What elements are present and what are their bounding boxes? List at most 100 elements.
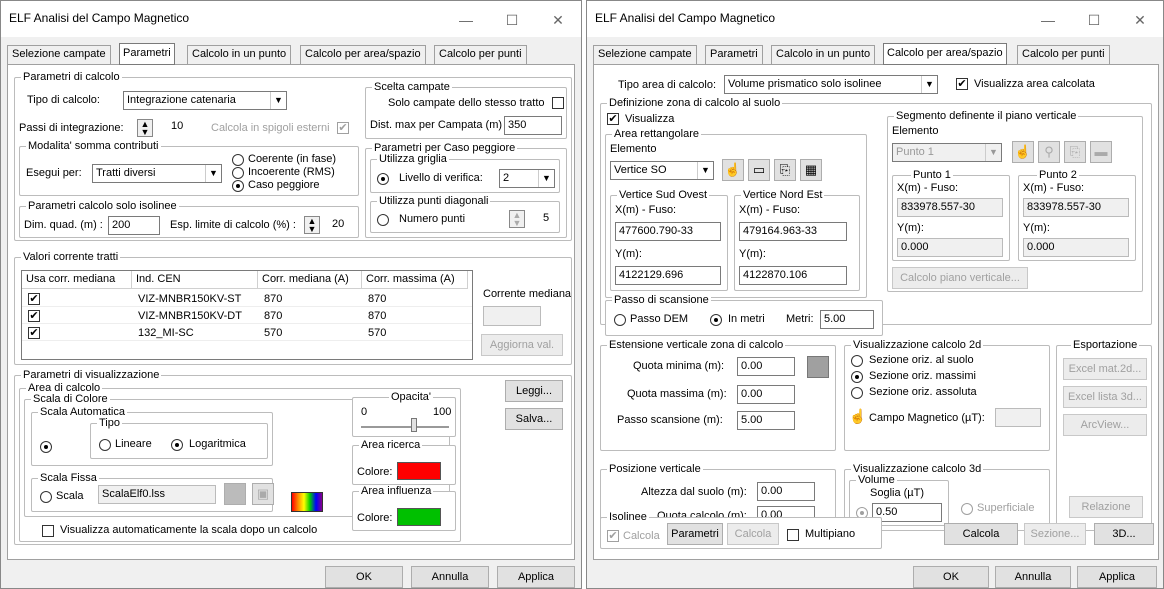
color-scale-icon[interactable]: [291, 492, 323, 512]
coerente-radio[interactable]: [232, 154, 244, 166]
numero-spinner[interactable]: ▲ ▼: [509, 210, 525, 228]
ne-y-input[interactable]: 4122870.106: [739, 266, 847, 285]
annulla-button[interactable]: Annulla: [995, 566, 1071, 588]
image-icon[interactable]: ▣: [252, 483, 274, 505]
applica-button[interactable]: Applica: [1077, 566, 1157, 588]
color-swatch-icon[interactable]: [807, 356, 829, 378]
scala-file-input[interactable]: ScalaElf0.lss: [98, 485, 216, 504]
copy-icon[interactable]: ⎘: [1064, 141, 1086, 163]
leggi-button[interactable]: Leggi...: [505, 380, 563, 402]
tab-calcolo-area[interactable]: Calcolo per area/spazio: [300, 45, 426, 65]
livello-radio[interactable]: [377, 173, 389, 185]
aggiorna-button[interactable]: Aggiorna val.: [481, 334, 563, 356]
minimize-icon[interactable]: —: [1025, 7, 1071, 33]
folder-icon[interactable]: [224, 483, 246, 505]
pointer-icon[interactable]: ☝: [849, 409, 866, 423]
numero-value[interactable]: 5: [543, 212, 549, 225]
livello-select[interactable]: 2 ▼: [499, 169, 555, 188]
multipiano-checkbox[interactable]: [787, 529, 799, 541]
usa-mediana-checkbox[interactable]: ✔: [28, 293, 40, 305]
arcview-button[interactable]: ArcView...: [1063, 414, 1147, 436]
rectangle-icon[interactable]: ▭: [748, 159, 770, 181]
calcola-button[interactable]: Calcola: [944, 523, 1018, 545]
table-row[interactable]: ✔ 132_MI-SC 570 570: [22, 325, 472, 341]
col-corr-massima[interactable]: Corr. massima (A): [362, 271, 468, 289]
excel-2d-button[interactable]: Excel mat.2d...: [1063, 358, 1147, 380]
lineare-radio[interactable]: [99, 439, 111, 451]
annulla-button[interactable]: Annulla: [411, 566, 489, 588]
ok-button[interactable]: OK: [325, 566, 403, 588]
p1-x-input[interactable]: 833978.557-30: [897, 198, 1003, 217]
ne-x-input[interactable]: 479164.963-33: [739, 222, 847, 241]
scala-auto-radio[interactable]: [40, 441, 52, 453]
sez-massimi-radio[interactable]: [851, 371, 863, 383]
calculator-icon[interactable]: ▦: [800, 159, 822, 181]
metri-input[interactable]: 5.00: [820, 310, 874, 329]
dim-quad-input[interactable]: 200: [108, 216, 160, 235]
col-ind-cen[interactable]: Ind. CEN: [132, 271, 258, 289]
passi-spinner[interactable]: ▲ ▼: [137, 119, 153, 137]
dist-max-input[interactable]: 350: [504, 116, 562, 135]
campo-input[interactable]: [995, 408, 1041, 427]
sez-assoluta-radio[interactable]: [851, 387, 863, 399]
sezione-button[interactable]: Sezione...: [1024, 523, 1086, 545]
passi-value[interactable]: 10: [171, 120, 183, 133]
tipo-area-select[interactable]: Volume prismatico solo isolinee ▼: [724, 75, 938, 94]
punto-select[interactable]: Punto 1 ▼: [892, 143, 1002, 162]
vertice-select[interactable]: Vertice SO ▼: [610, 161, 714, 180]
tab-parametri[interactable]: Parametri: [119, 43, 175, 65]
logaritmica-radio[interactable]: [171, 439, 183, 451]
opacita-slider-track[interactable]: [361, 426, 449, 428]
tipo-calcolo-select[interactable]: Integrazione catenaria ▼: [123, 91, 287, 110]
applica-button[interactable]: Applica: [497, 566, 575, 588]
peggiore-radio[interactable]: [232, 180, 244, 192]
vis-area-checkbox[interactable]: ✔: [956, 78, 968, 90]
tab-calcolo-punto[interactable]: Calcolo in un punto: [771, 45, 876, 65]
sez-suolo-radio[interactable]: [851, 355, 863, 367]
altezza-input[interactable]: 0.00: [757, 482, 815, 501]
relazione-button[interactable]: Relazione: [1069, 496, 1143, 518]
esegui-select[interactable]: Tratti diversi ▼: [92, 164, 222, 183]
excel-3d-button[interactable]: Excel lista 3d...: [1063, 386, 1147, 408]
salva-button[interactable]: Salva...: [505, 408, 563, 430]
tab-calcolo-area[interactable]: Calcolo per area/spazio: [883, 43, 1007, 65]
usa-mediana-checkbox[interactable]: ✔: [28, 327, 40, 339]
passo-dem-radio[interactable]: [614, 314, 626, 326]
table-row[interactable]: ✔ VIZ-MNBR150KV-ST 870 870: [22, 291, 472, 307]
passo-scans-input[interactable]: 5.00: [737, 411, 795, 430]
incoerente-radio[interactable]: [232, 167, 244, 179]
ok-button[interactable]: OK: [913, 566, 989, 588]
p2-x-input[interactable]: 833978.557-30: [1023, 198, 1129, 217]
tab-calcolo-punti[interactable]: Calcolo per punti: [1017, 45, 1110, 65]
so-y-input[interactable]: 4122129.696: [615, 266, 721, 285]
close-icon[interactable]: ✕: [1117, 7, 1163, 33]
opacita-slider-thumb[interactable]: [411, 418, 417, 432]
usa-mediana-checkbox[interactable]: ✔: [28, 310, 40, 322]
col-usa-mediana[interactable]: Usa corr. mediana: [22, 271, 132, 289]
table-row[interactable]: ✔ VIZ-MNBR150KV-DT 870 870: [22, 308, 472, 324]
soglia-input[interactable]: 0.50: [872, 503, 942, 522]
qmin-input[interactable]: 0.00: [737, 357, 795, 376]
spigoli-checkbox[interactable]: ✔: [337, 122, 349, 134]
iso-calcola-button[interactable]: Calcola: [727, 523, 779, 545]
esp-spinner[interactable]: ▲ ▼: [304, 216, 320, 234]
ricerca-color-swatch[interactable]: [397, 462, 441, 480]
corrente-mediana-input[interactable]: [483, 306, 541, 326]
pointer-icon[interactable]: ☝: [722, 159, 744, 181]
so-x-input[interactable]: 477600.790-33: [615, 222, 721, 241]
scala-fissa-radio[interactable]: [40, 491, 52, 503]
solo-campate-checkbox[interactable]: [552, 97, 564, 109]
col-corr-mediana[interactable]: Corr. mediana (A): [258, 271, 362, 289]
p1-y-input[interactable]: 0.000: [897, 238, 1003, 257]
3d-button[interactable]: 3D...: [1094, 523, 1154, 545]
minimize-icon[interactable]: —: [443, 7, 489, 33]
superficiale-radio[interactable]: [961, 503, 973, 515]
numero-punti-radio[interactable]: [377, 214, 389, 226]
tab-selezione-campate[interactable]: Selezione campate: [593, 45, 697, 65]
close-icon[interactable]: ✕: [535, 7, 581, 33]
tab-parametri[interactable]: Parametri: [705, 45, 763, 65]
tab-calcolo-punto[interactable]: Calcolo in un punto: [187, 45, 292, 65]
tab-calcolo-punti[interactable]: Calcolo per punti: [434, 45, 527, 65]
iso-calcola-checkbox[interactable]: ✔: [607, 530, 619, 542]
qmax-input[interactable]: 0.00: [737, 385, 795, 404]
